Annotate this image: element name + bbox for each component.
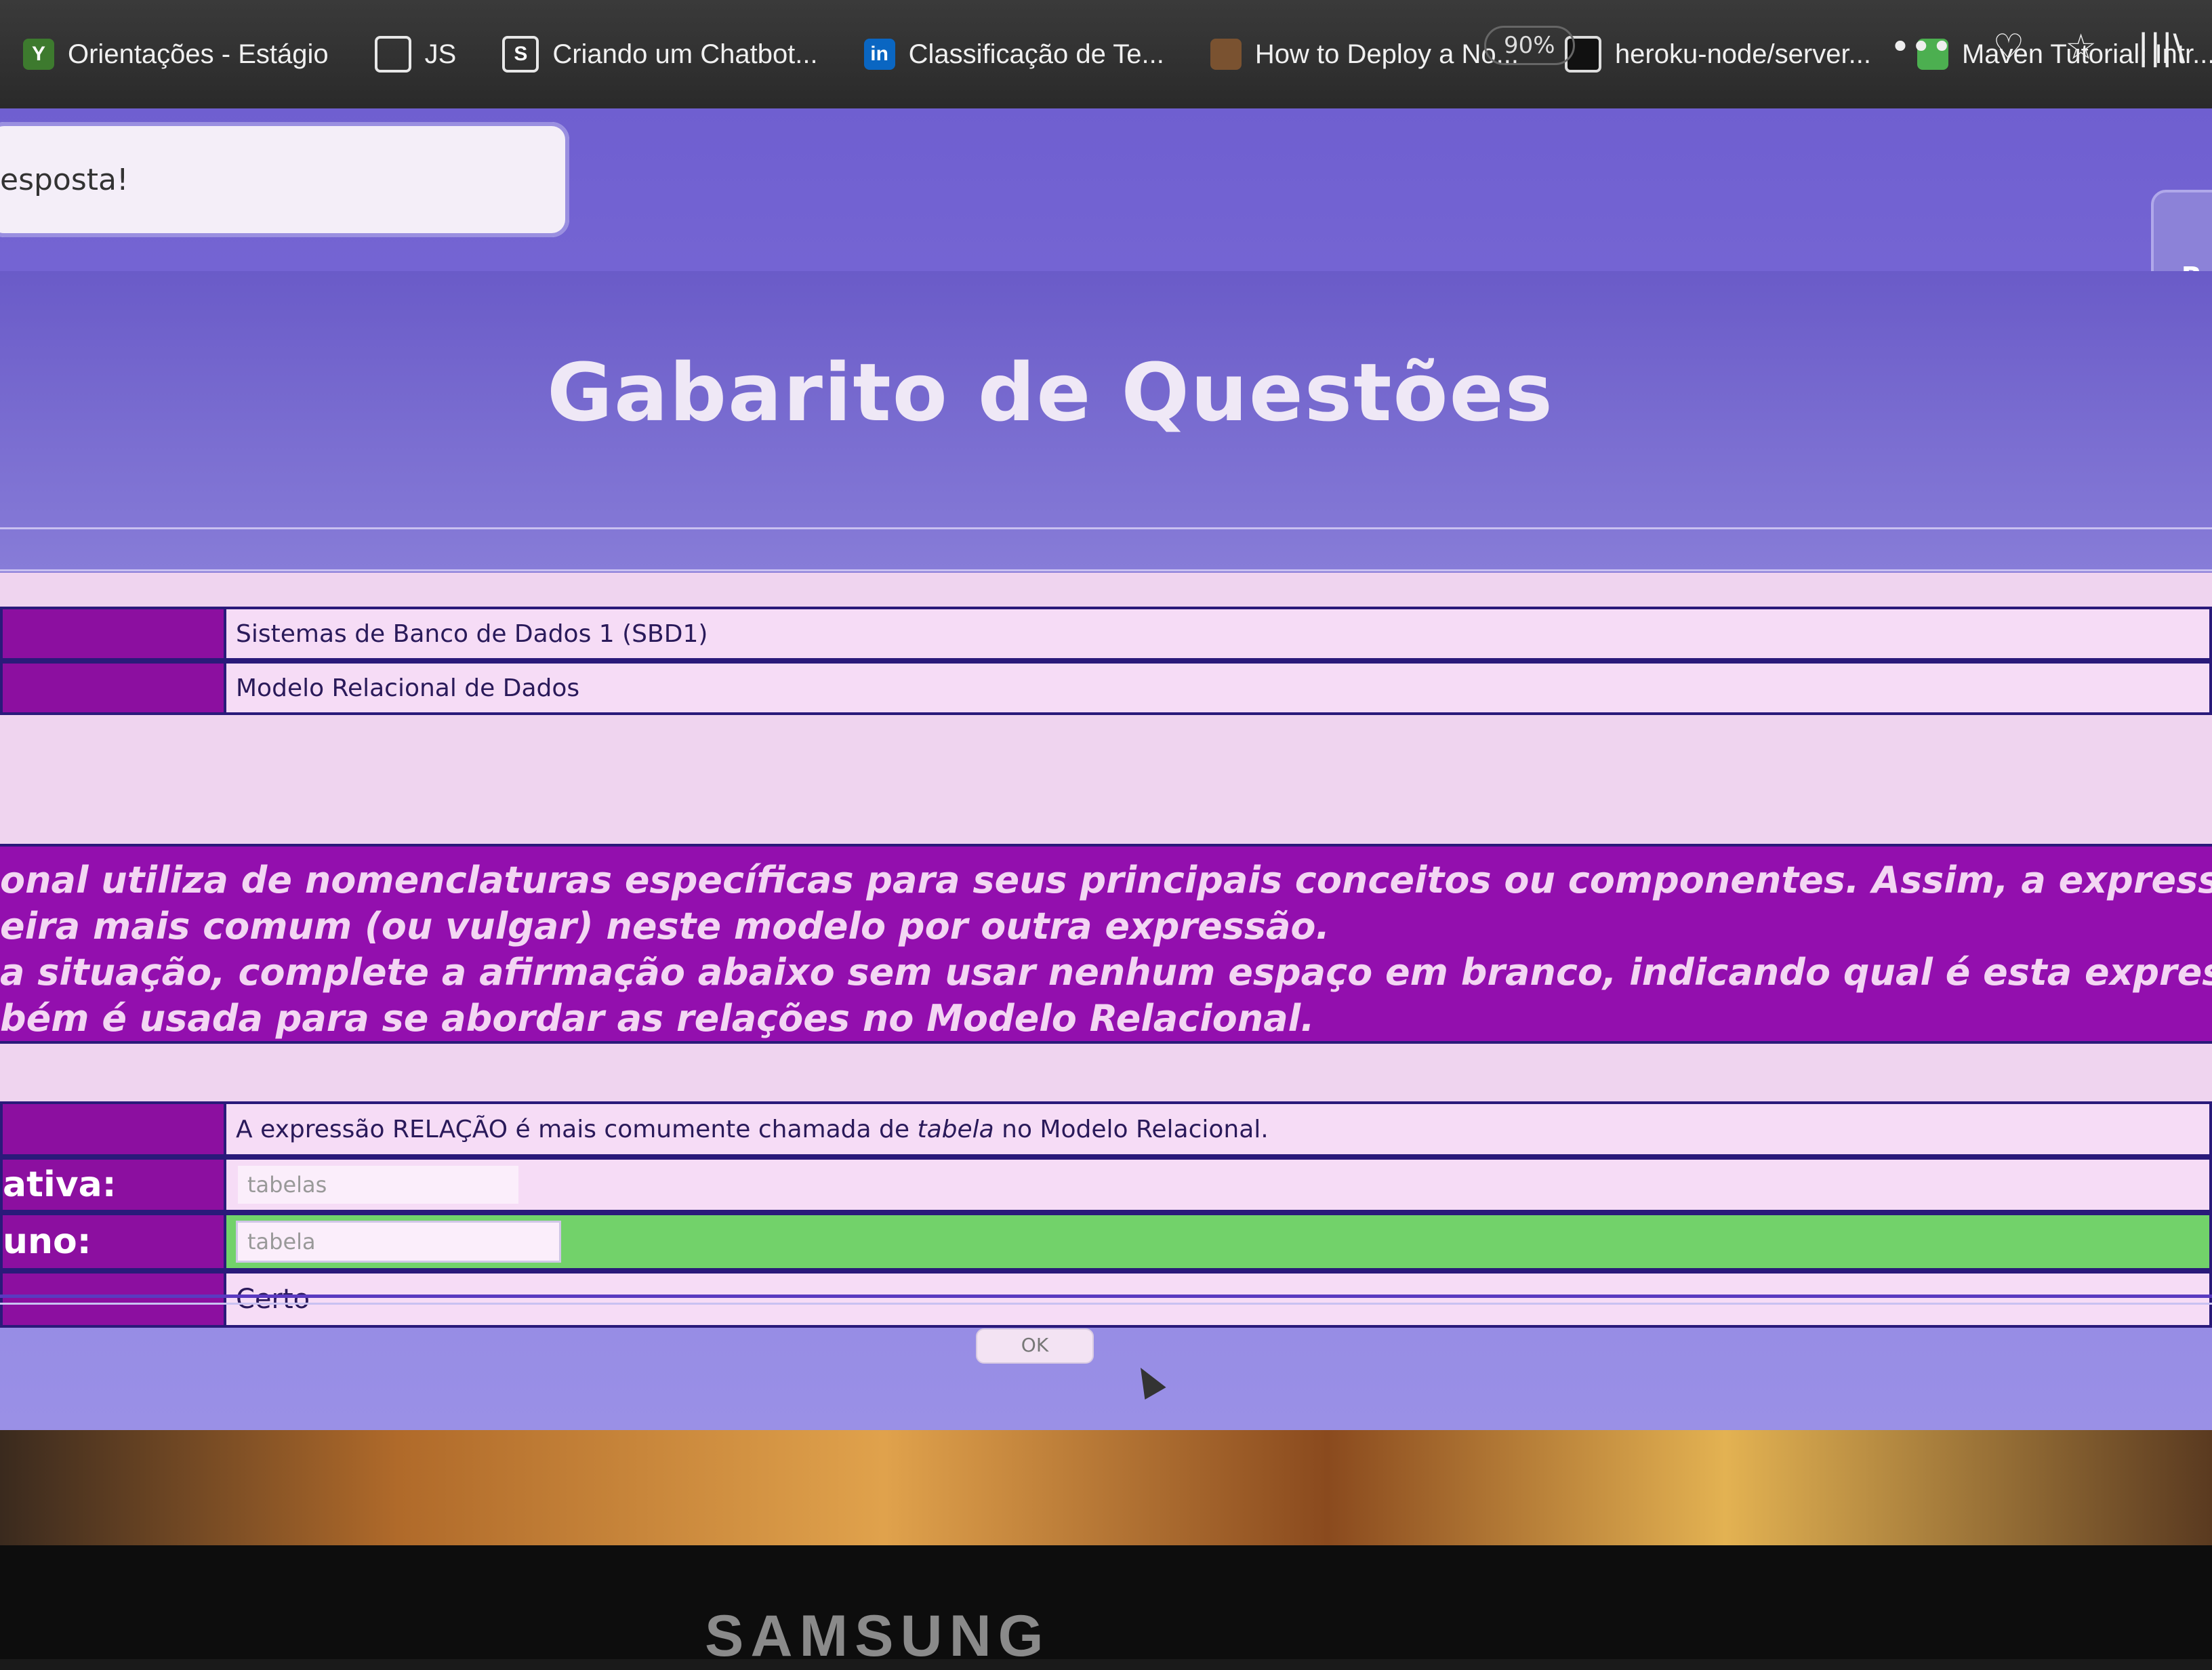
bookmark-label: How to Deploy a No... (1254, 39, 1519, 69)
question-line: bém é usada para se abordar as relações … (0, 997, 1315, 1040)
document-icon: S (502, 36, 539, 73)
bookmark-js[interactable]: JS (352, 36, 480, 73)
zoom-indicator[interactable]: 90% (1484, 26, 1575, 65)
alternative-value: tabelas (224, 1157, 2212, 1213)
student-row: uno: tabela (0, 1213, 2212, 1271)
message-box: esposta! (0, 122, 569, 237)
alternative-row: ativa: tabelas (0, 1157, 2212, 1213)
divider (0, 1295, 2212, 1298)
bookmark-label: Orientações - Estágio (68, 39, 329, 69)
row-label (0, 607, 224, 661)
divider (0, 569, 2212, 571)
star-icon[interactable]: ☆ (2065, 27, 2097, 68)
statement-italic: tabela (917, 1115, 994, 1143)
statement-value: A expressão RELAÇÃO é mais comumente cha… (224, 1101, 2212, 1157)
row-label (0, 1271, 224, 1328)
alternative-label: ativa: (0, 1157, 224, 1213)
monitor-brand-logo: SAMSUNG (705, 1604, 1050, 1669)
question-text: onal utiliza de nomenclaturas específica… (0, 844, 2212, 1044)
discipline-value: Sistemas de Banco de Dados 1 (SBD1) (224, 607, 2212, 661)
divider (0, 527, 2212, 529)
pocket-icon[interactable]: ♡ (1993, 27, 2025, 68)
question-line: onal utiliza de nomenclaturas específica… (0, 859, 2212, 901)
web-page: esposta! R Gabarito de Questões Sistemas… (0, 108, 2212, 1430)
answer-sheet: Sistemas de Banco de Dados 1 (SBD1) Mode… (0, 573, 2212, 1364)
statement-row: A expressão RELAÇÃO é mais comumente cha… (0, 1101, 2212, 1157)
yellow-leaf-icon: Y (23, 39, 54, 70)
statement-text: A expressão RELAÇÃO é mais comumente cha… (236, 1115, 918, 1143)
bookmark-chatbot[interactable]: S Criando um Chatbot... (479, 36, 840, 73)
info-row-topic: Modelo Relacional de Dados (0, 661, 2212, 715)
bookmark-orientacoes[interactable]: Y Orientações - Estágio (0, 39, 352, 70)
student-label: uno: (0, 1213, 224, 1271)
question-line: eira mais comum (ou vulgar) neste modelo… (0, 905, 1330, 948)
bookmark-label: heroku-node/server... (1614, 39, 1871, 69)
library-icon[interactable]: |||\ (2137, 27, 2185, 68)
student-answer-cell: tabela (224, 1213, 2212, 1271)
bookmark-label: JS (424, 39, 457, 69)
desktop-wallpaper (0, 1430, 2212, 1545)
divider (0, 1303, 2212, 1305)
result-value: Certo (224, 1271, 2212, 1328)
ok-button[interactable]: OK (976, 1328, 1094, 1364)
toolbar-icons: ••• ♡ ☆ |||\ (1890, 27, 2185, 68)
topic-value: Modelo Relacional de Dados (224, 661, 2212, 715)
bookmark-classificacao[interactable]: in Classificação de Te... (841, 39, 1187, 70)
bookmarks-bar: Y Orientações - Estágio JS S Criando um … (0, 0, 2212, 108)
alternative-answer: tabelas (236, 1164, 520, 1206)
bookmark-label: Classificação de Te... (908, 39, 1164, 69)
question-line: a situação, complete a afirmação abaixo … (0, 951, 2212, 994)
info-row-discipline: Sistemas de Banco de Dados 1 (SBD1) (0, 607, 2212, 661)
student-answer-input[interactable]: tabela (236, 1221, 561, 1263)
bookmark-heroku[interactable]: heroku-node/server... (1542, 36, 1894, 73)
monitor-bezel (0, 1545, 2212, 1659)
page-title: Gabarito de Questões (547, 346, 1554, 439)
result-row: Certo (0, 1271, 2212, 1328)
row-label (0, 661, 224, 715)
linkedin-icon: in (863, 39, 895, 70)
mouse-cursor-icon (1130, 1361, 1166, 1400)
row-label (0, 1101, 224, 1157)
bookmark-label: Criando um Chatbot... (552, 39, 818, 69)
globe-icon (374, 36, 411, 73)
site-icon (1210, 39, 1242, 70)
more-menu-icon[interactable]: ••• (1890, 27, 1952, 68)
statement-text-end: no Modelo Relacional. (994, 1115, 1269, 1143)
